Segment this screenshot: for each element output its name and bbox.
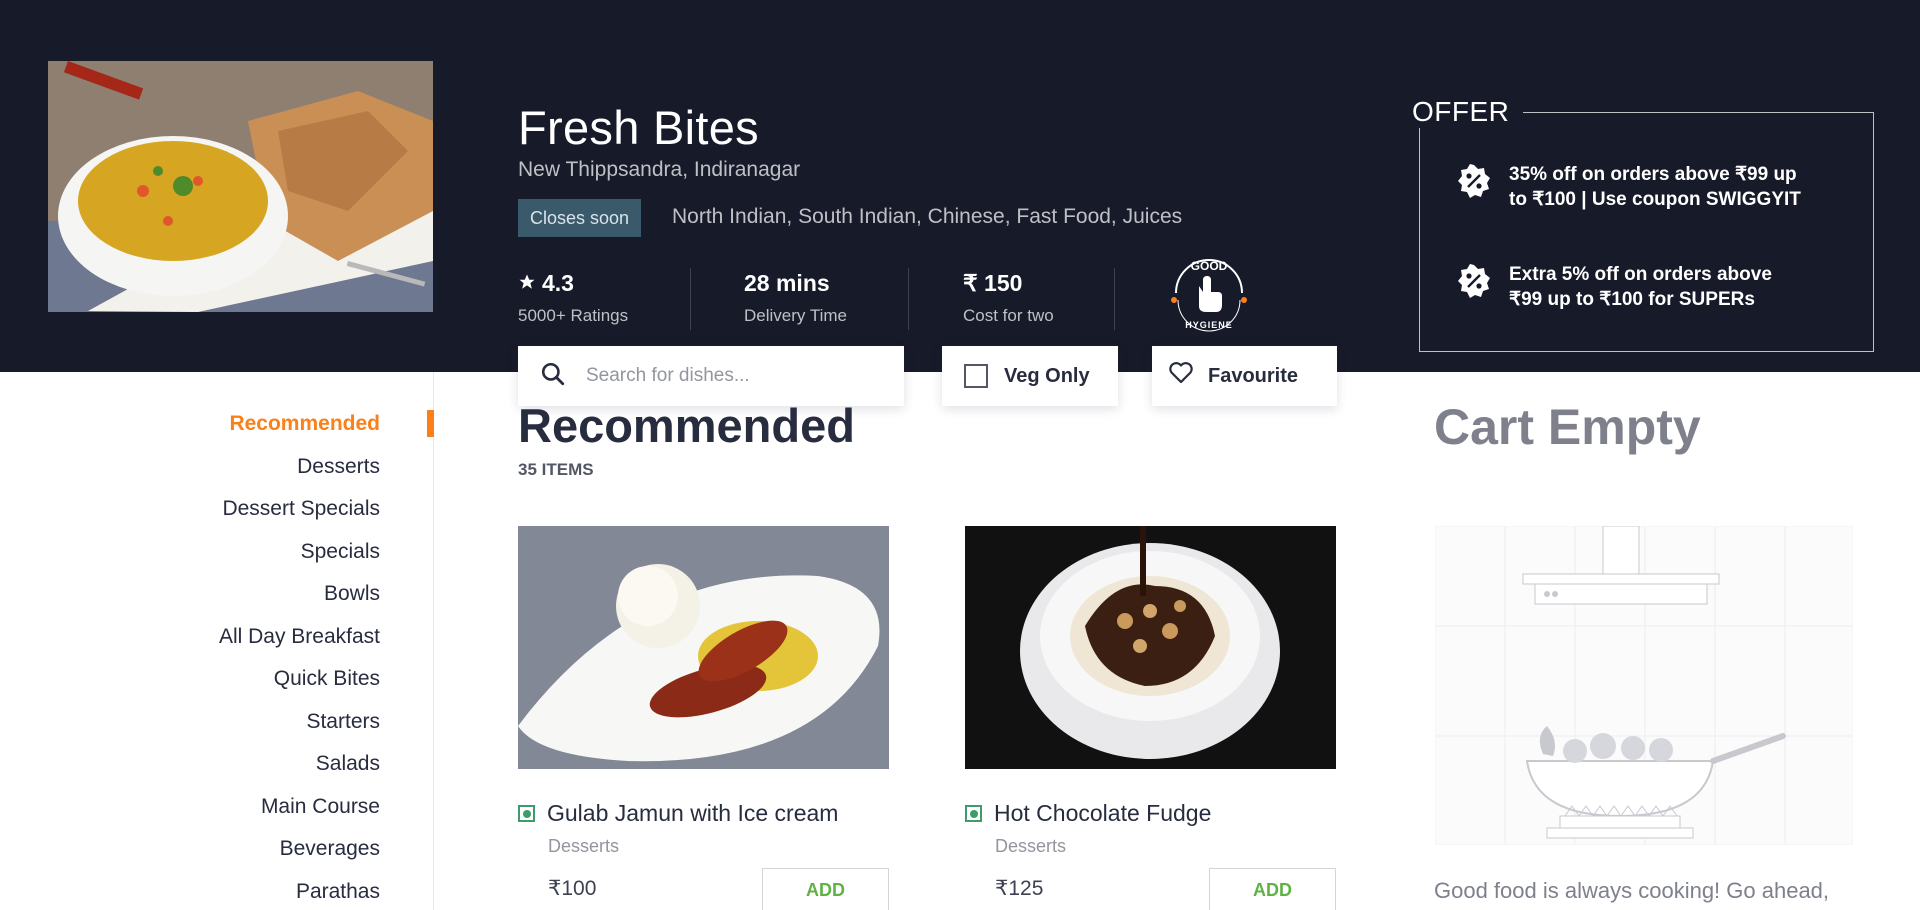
rating-stat: 4.3 5000+ Ratings bbox=[518, 268, 628, 326]
item-image[interactable] bbox=[518, 526, 889, 769]
delivery-time-stat: 28 mins Delivery Time bbox=[744, 268, 847, 326]
good-hygiene-badge: GOOD HYGIENE bbox=[1166, 248, 1252, 334]
item-title[interactable]: Gulab Jamun with Ice cream bbox=[547, 800, 838, 827]
item-image[interactable] bbox=[965, 526, 1336, 769]
veg-only-checkbox[interactable] bbox=[964, 364, 988, 388]
item-price: ₹125 bbox=[995, 877, 1044, 900]
veg-icon bbox=[965, 805, 982, 822]
cuisine-list: North Indian, South Indian, Chinese, Fas… bbox=[672, 205, 1183, 228]
cost-stat: ₹ 150 Cost for two bbox=[963, 268, 1054, 326]
item-title[interactable]: Hot Chocolate Fudge bbox=[994, 800, 1211, 827]
hygiene-top-text: GOOD bbox=[1191, 259, 1228, 273]
section-title: Recommended bbox=[518, 399, 855, 452]
sidebar-divider bbox=[433, 372, 434, 910]
offer-text: Extra 5% off on orders above ₹99 up to ₹… bbox=[1509, 264, 1772, 310]
star-icon bbox=[518, 270, 536, 297]
discount-icon bbox=[1457, 164, 1491, 198]
sidebar-item-bowls[interactable]: Bowls bbox=[324, 582, 380, 606]
empty-cart-illustration bbox=[1434, 525, 1854, 846]
stat-divider bbox=[1114, 268, 1115, 330]
veg-icon bbox=[518, 805, 535, 822]
heart-icon bbox=[1168, 361, 1194, 391]
favourite-label: Favourite bbox=[1208, 364, 1299, 387]
active-category-indicator bbox=[427, 410, 434, 437]
offer-item: Extra 5% off on orders above ₹99 up to ₹… bbox=[1457, 262, 1809, 312]
offer-box bbox=[1419, 112, 1874, 352]
rating-label: 5000+ Ratings bbox=[518, 306, 629, 325]
item-category: Desserts bbox=[548, 836, 620, 856]
search-bar[interactable] bbox=[518, 346, 904, 406]
cart-empty-message: Good food is always cooking! Go ahead, o… bbox=[1434, 878, 1830, 910]
status-badge: Closes soon bbox=[518, 199, 642, 237]
veg-only-toggle[interactable]: Veg Only bbox=[942, 346, 1118, 406]
sidebar-item-starters[interactable]: Starters bbox=[306, 710, 380, 734]
item-name: Gulab Jamun with Ice cream bbox=[518, 800, 838, 827]
cost-label: Cost for two bbox=[963, 306, 1054, 325]
sidebar-item-parathas[interactable]: Parathas bbox=[296, 880, 380, 904]
offer-title: OFFER bbox=[1408, 96, 1524, 128]
rating-value: 4.3 bbox=[542, 269, 574, 296]
cost-value: ₹ 150 bbox=[963, 269, 1023, 296]
veg-only-label: Veg Only bbox=[1004, 364, 1090, 387]
restaurant-image bbox=[48, 61, 433, 312]
sidebar-item-quick-bites[interactable]: Quick Bites bbox=[274, 667, 380, 691]
section-item-count: 35 ITEMS bbox=[518, 460, 594, 479]
item-price: ₹100 bbox=[548, 877, 597, 900]
favourite-button[interactable]: Favourite bbox=[1152, 346, 1337, 406]
discount-icon bbox=[1457, 264, 1491, 298]
item-name: Hot Chocolate Fudge bbox=[965, 800, 1211, 827]
sidebar-item-all-day-breakfast[interactable]: All Day Breakfast bbox=[219, 625, 380, 649]
stat-divider bbox=[690, 268, 691, 330]
restaurant-name: Fresh Bites bbox=[518, 101, 759, 154]
sidebar-item-beverages[interactable]: Beverages bbox=[280, 837, 380, 861]
item-category: Desserts bbox=[995, 836, 1067, 856]
sidebar-item-main-course[interactable]: Main Course bbox=[261, 795, 380, 819]
sidebar-item-dessert-specials[interactable]: Dessert Specials bbox=[222, 497, 380, 521]
add-to-cart-button[interactable]: ADD bbox=[762, 868, 889, 910]
cart-title: Cart Empty bbox=[1434, 399, 1701, 455]
sidebar-item-recommended[interactable]: Recommended bbox=[229, 412, 380, 436]
delivery-time-label: Delivery Time bbox=[744, 306, 847, 325]
restaurant-location: New Thippsandra, Indiranagar bbox=[518, 158, 801, 181]
sidebar-item-salads[interactable]: Salads bbox=[316, 752, 380, 776]
hygiene-bottom-text: HYGIENE bbox=[1185, 320, 1233, 330]
offer-text: 35% off on orders above ₹99 up to ₹100 |… bbox=[1509, 164, 1801, 210]
search-icon bbox=[540, 361, 566, 392]
sidebar-item-specials[interactable]: Specials bbox=[301, 540, 380, 564]
stat-divider bbox=[908, 268, 909, 330]
offer-item: 35% off on orders above ₹99 up to ₹100 |… bbox=[1457, 162, 1809, 212]
delivery-time-value: 28 mins bbox=[744, 269, 830, 296]
sidebar-item-desserts[interactable]: Desserts bbox=[297, 455, 380, 479]
add-to-cart-button[interactable]: ADD bbox=[1209, 868, 1336, 910]
search-input[interactable] bbox=[586, 365, 886, 387]
